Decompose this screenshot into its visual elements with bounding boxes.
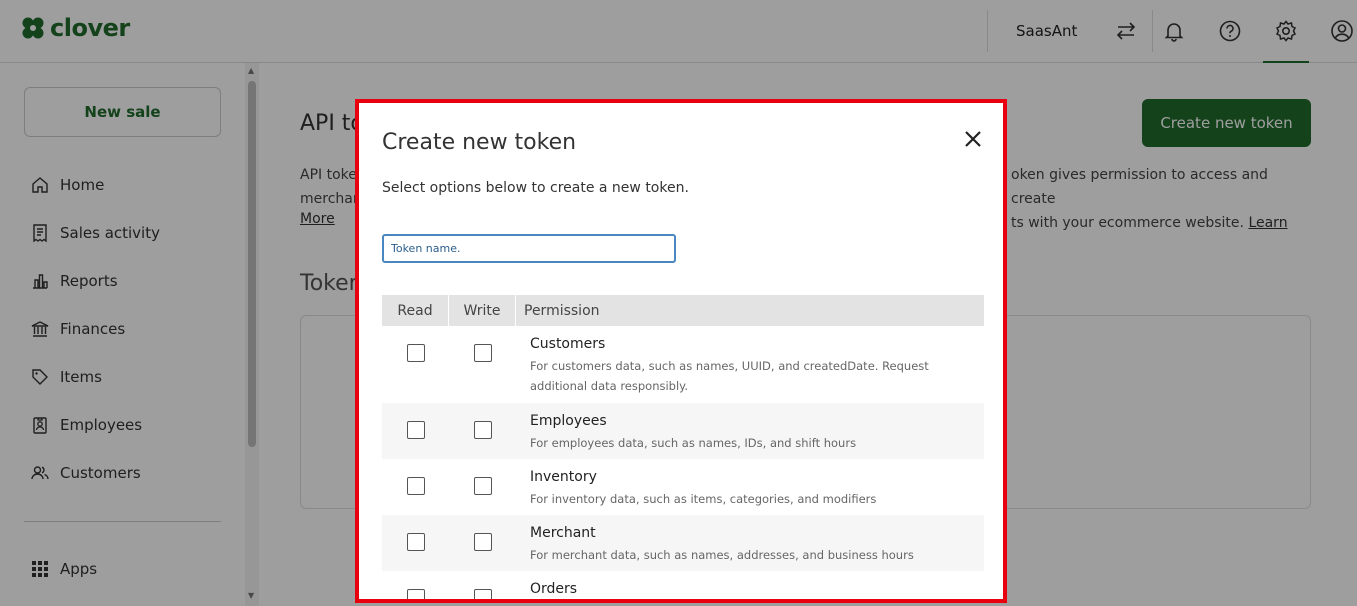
close-icon[interactable] [961, 127, 985, 151]
permission-name: Customers [530, 336, 606, 352]
inventory-write-checkbox[interactable] [473, 477, 492, 495]
modal-subtitle: Select options below to create a new tok… [382, 180, 689, 196]
orders-write-checkbox[interactable] [473, 589, 492, 599]
permission-description: For employees data, such as names, IDs, … [530, 436, 857, 450]
table-row: Orders [382, 571, 984, 599]
table-row: Employees For employees data, such as na… [382, 403, 984, 459]
permission-name: Merchant [530, 525, 596, 541]
permission-name: Orders [530, 581, 578, 597]
permission-description: For customers data, such as names, UUID,… [530, 359, 929, 393]
column-header-write: Write [449, 295, 516, 326]
permission-description: For merchant data, such as names, addres… [530, 548, 914, 562]
merchant-read-checkbox[interactable] [406, 533, 425, 551]
customers-write-checkbox[interactable] [473, 344, 492, 362]
permission-name: Employees [530, 413, 607, 429]
employees-read-checkbox[interactable] [406, 421, 425, 439]
permissions-table: Read Write Permission Customers For cust… [382, 295, 984, 599]
merchant-write-checkbox[interactable] [473, 533, 492, 551]
permission-description: For inventory data, such as items, categ… [530, 492, 877, 506]
orders-read-checkbox[interactable] [406, 589, 425, 599]
table-row: Merchant For merchant data, such as name… [382, 515, 984, 571]
create-token-modal: Create new token Select options below to… [355, 99, 1007, 603]
column-header-permission: Permission [524, 302, 600, 319]
inventory-read-checkbox[interactable] [406, 477, 425, 495]
table-row: Inventory For inventory data, such as it… [382, 459, 984, 515]
modal-title: Create new token [382, 130, 577, 155]
permission-name: Inventory [530, 469, 597, 485]
column-header-read: Read [382, 295, 449, 326]
customers-read-checkbox[interactable] [406, 344, 425, 362]
employees-write-checkbox[interactable] [473, 421, 492, 439]
table-row: Customers For customers data, such as na… [382, 326, 984, 403]
table-header: Read Write Permission [382, 295, 984, 326]
token-name-input[interactable] [382, 234, 676, 263]
